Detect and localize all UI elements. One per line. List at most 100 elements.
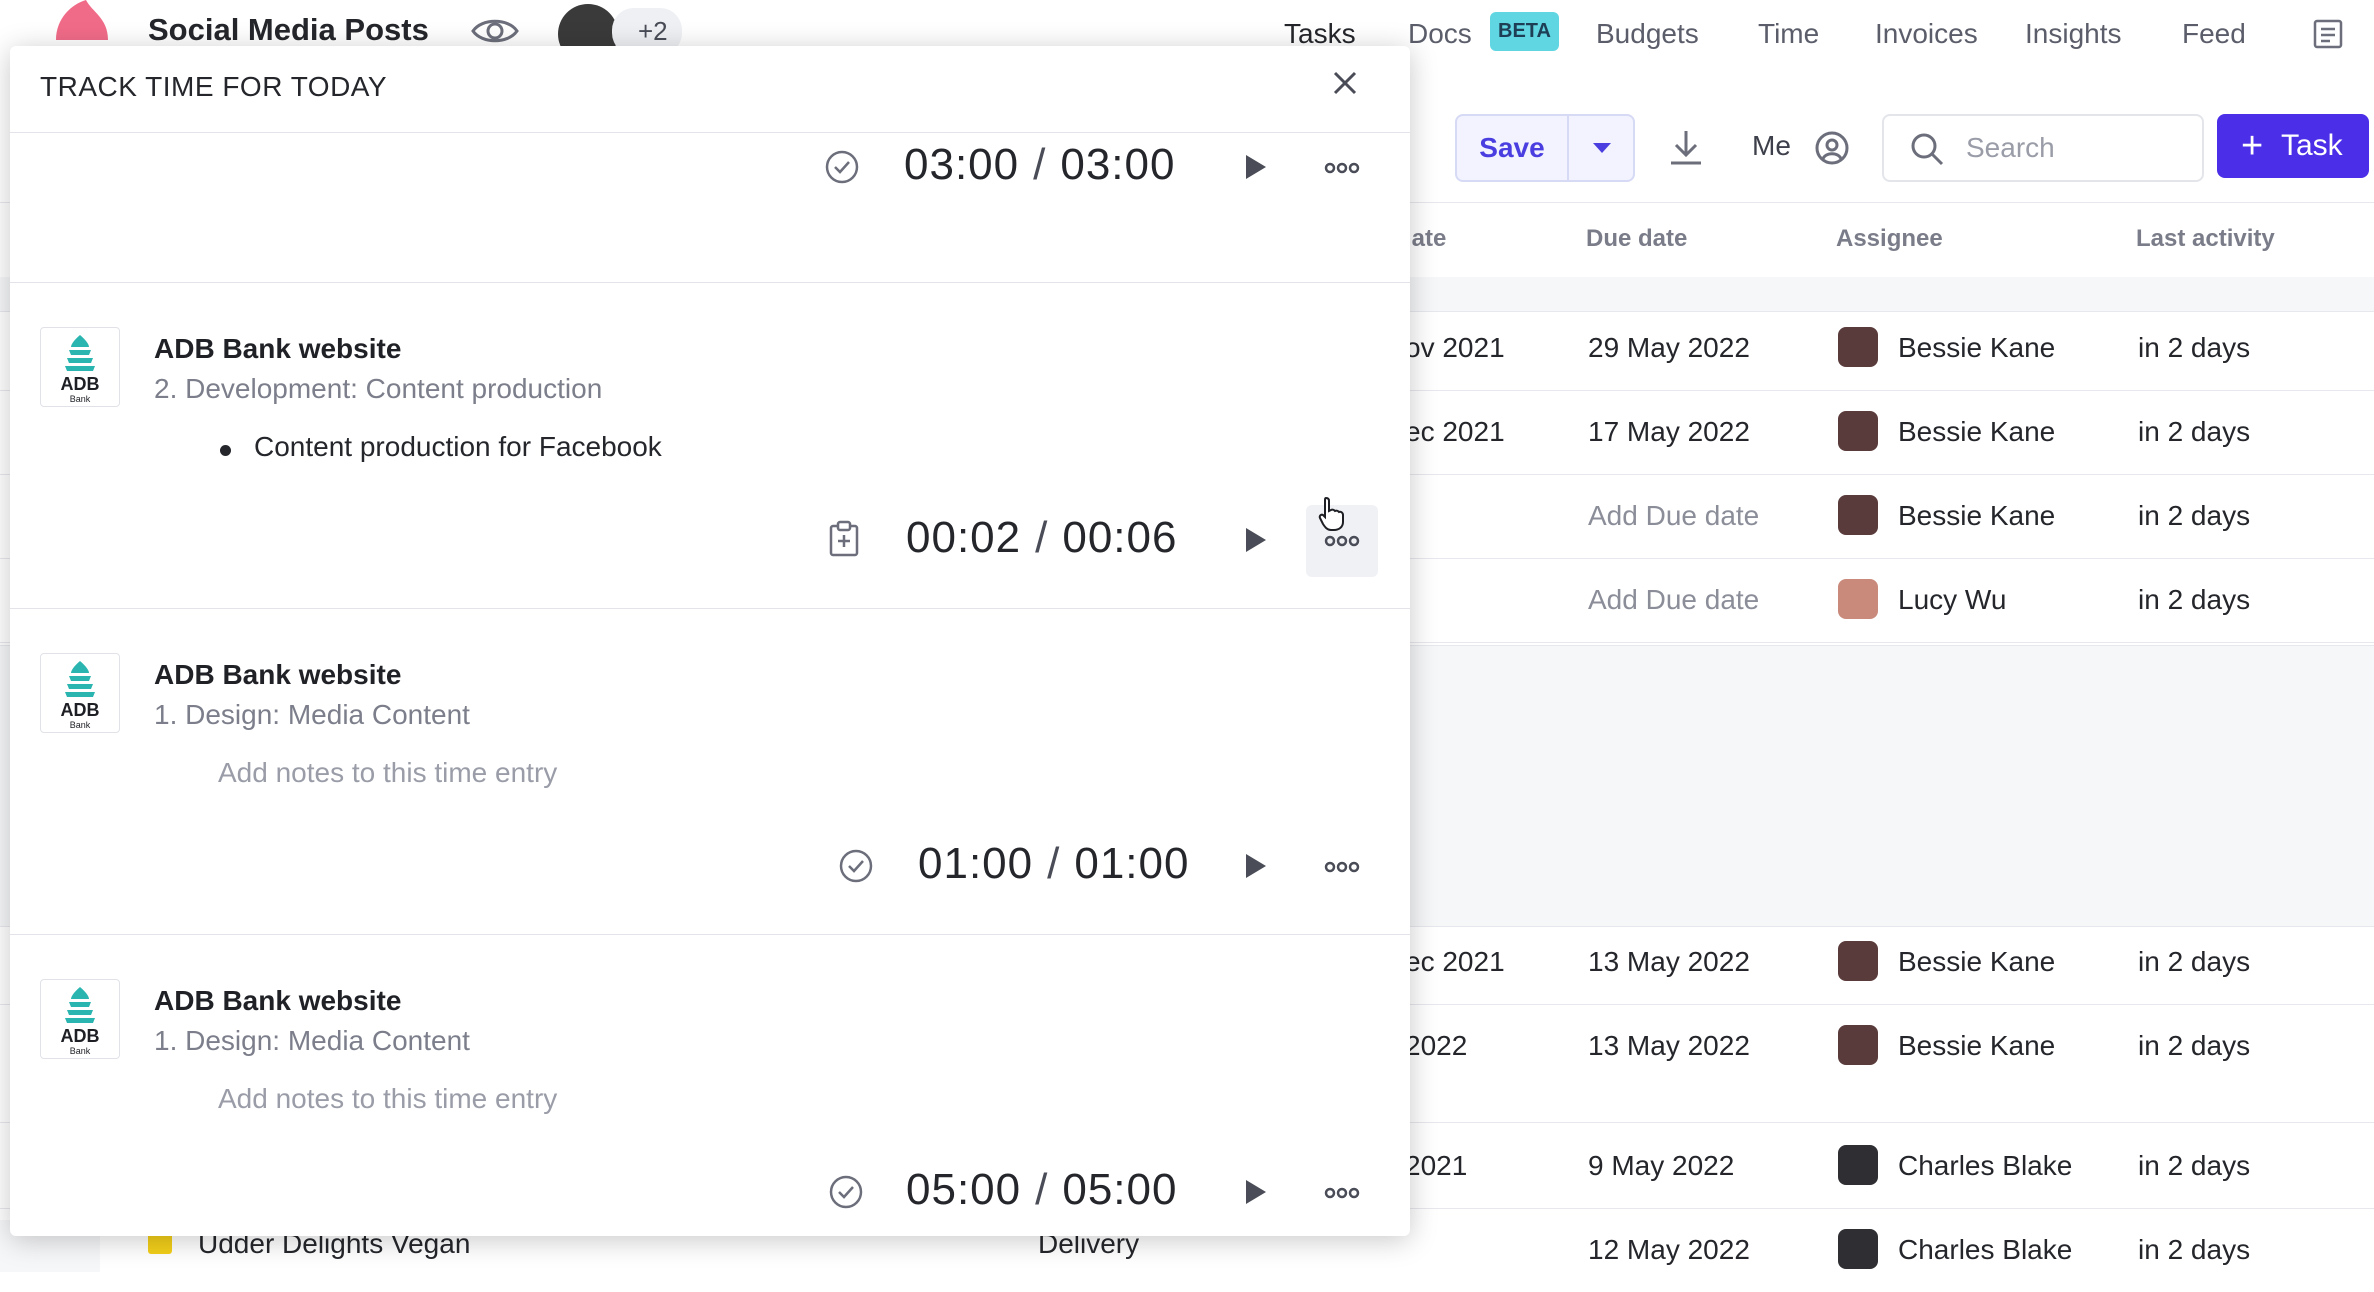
time-entry: ADB Bank ADB Bank website 1. Design: Med… — [10, 935, 1410, 1236]
entry-task-name[interactable]: 1. Design: Media Content — [154, 699, 470, 731]
client-logo-text: ADB — [60, 374, 100, 394]
bullet-icon — [220, 445, 231, 456]
client-logo-icon — [65, 661, 95, 697]
save-button[interactable]: Save — [1457, 116, 1567, 180]
assignee-cell[interactable]: Charles Blake — [1898, 1150, 2072, 1182]
download-icon[interactable] — [1668, 128, 1704, 166]
assignee-cell[interactable]: Lucy Wu — [1898, 584, 2006, 616]
dialog-header: TRACK TIME FOR TODAY — [10, 46, 1410, 133]
due-date-cell[interactable]: 13 May 2022 — [1588, 1030, 1750, 1062]
tracked-time: 01:00 — [918, 839, 1034, 888]
time-counter[interactable]: 01:00/01:00 — [918, 839, 1189, 889]
avatar — [1838, 1229, 1878, 1269]
check-circle-icon[interactable] — [824, 149, 860, 185]
close-icon[interactable] — [1332, 70, 1358, 96]
track-time-dialog: TRACK TIME FOR TODAY 03:00/03:00 ADB Ban… — [10, 46, 1410, 1236]
tracked-time: 05:00 — [906, 1165, 1022, 1214]
column-assignee[interactable]: Assignee — [1836, 225, 1943, 253]
avatar — [1838, 1145, 1878, 1185]
assignee-cell[interactable]: Bessie Kane — [1898, 946, 2055, 978]
avatar — [1838, 1025, 1878, 1065]
check-circle-icon[interactable] — [828, 1174, 864, 1210]
entry-note[interactable]: Content production for Facebook — [254, 431, 662, 463]
time-counter[interactable]: 00:02/00:06 — [906, 513, 1177, 563]
clipboard-icon[interactable] — [828, 520, 860, 558]
due-date-cell[interactable]: 12 May 2022 — [1588, 1234, 1750, 1266]
column-due-date[interactable]: Due date — [1586, 225, 1687, 253]
avatar — [1838, 579, 1878, 619]
last-activity-cell: in 2 days — [2138, 500, 2251, 531]
due-date-cell[interactable]: 29 May 2022 — [1588, 332, 1750, 364]
time-counter[interactable]: 05:00/05:00 — [906, 1165, 1177, 1215]
search-icon — [1911, 133, 1944, 166]
app-logo-icon[interactable] — [52, 0, 112, 40]
document-icon[interactable] — [2312, 18, 2344, 50]
last-activity-cell: in 2 days — [2138, 1150, 2251, 1181]
entry-project-name[interactable]: ADB Bank website — [154, 659, 401, 691]
client-logo-subtext: Bank — [69, 394, 91, 404]
more-options-button[interactable] — [1306, 132, 1378, 204]
client-logo-text: ADB — [60, 1026, 100, 1046]
play-icon[interactable] — [1244, 1178, 1268, 1206]
more-options-button[interactable] — [1306, 831, 1378, 903]
nav-feed[interactable]: Feed — [2182, 18, 2246, 50]
hand-cursor-icon — [1318, 496, 1344, 531]
play-icon[interactable] — [1244, 526, 1268, 554]
add-task-button[interactable]: + Task — [2217, 114, 2369, 178]
estimated-time: 03:00 — [1060, 140, 1176, 189]
more-icon — [1324, 1187, 1360, 1199]
add-due-date[interactable]: Add Due date — [1588, 500, 1759, 532]
time-entry: ADB Bank ADB Bank website 2. Development… — [10, 283, 1410, 609]
start-date-cell: ov 2021 — [1405, 332, 1505, 363]
last-activity-cell: in 2 days — [2138, 584, 2251, 615]
due-date-cell[interactable]: 13 May 2022 — [1588, 946, 1750, 978]
assignee-cell[interactable]: Bessie Kane — [1898, 332, 2055, 364]
play-icon[interactable] — [1244, 153, 1268, 181]
due-date-cell[interactable]: 9 May 2022 — [1588, 1150, 1734, 1182]
assignee-cell[interactable]: Charles Blake — [1898, 1234, 2072, 1266]
last-activity-cell: in 2 days — [2138, 332, 2251, 363]
column-last-activity[interactable]: Last activity — [2136, 225, 2275, 253]
play-icon[interactable] — [1244, 852, 1268, 880]
nav-time[interactable]: Time — [1758, 18, 1819, 50]
add-due-date[interactable]: Add Due date — [1588, 584, 1759, 616]
nav-invoices[interactable]: Invoices — [1875, 18, 1978, 50]
estimated-time: 01:00 — [1074, 839, 1190, 888]
time-counter[interactable]: 03:00/03:00 — [904, 140, 1175, 190]
tracked-time: 00:02 — [906, 513, 1022, 562]
assignee-cell[interactable]: Bessie Kane — [1898, 500, 2055, 532]
entry-project-name[interactable]: ADB Bank website — [154, 985, 401, 1017]
client-logo: ADB Bank — [40, 979, 120, 1059]
last-activity-cell: in 2 days — [2138, 1030, 2251, 1061]
nav-docs[interactable]: Docs — [1408, 18, 1472, 50]
column-start-date[interactable]: late — [1405, 225, 1446, 253]
docs-beta-badge: BETA — [1490, 12, 1559, 51]
entry-project-name[interactable]: ADB Bank website — [154, 333, 401, 365]
assignee-cell[interactable]: Bessie Kane — [1898, 1030, 2055, 1062]
avatar — [1838, 411, 1878, 451]
client-logo-text: ADB — [60, 700, 100, 720]
entry-note-placeholder[interactable]: Add notes to this time entry — [218, 757, 557, 789]
due-date-cell[interactable]: 17 May 2022 — [1588, 416, 1750, 448]
nav-insights[interactable]: Insights — [2025, 18, 2122, 50]
entry-task-name[interactable]: 1. Design: Media Content — [154, 1025, 470, 1057]
estimated-time: 05:00 — [1062, 1165, 1178, 1214]
nav-budgets[interactable]: Budgets — [1596, 18, 1699, 50]
entry-task-name[interactable]: 2. Development: Content production — [154, 373, 602, 405]
save-options-dropdown[interactable] — [1567, 116, 1635, 180]
start-date-cell: 2022 — [1405, 1030, 1468, 1061]
search-input[interactable] — [1964, 128, 2188, 168]
eye-icon[interactable] — [470, 14, 520, 48]
client-logo-icon — [65, 335, 95, 371]
time-entry: 03:00/03:00 — [10, 132, 1410, 283]
client-logo-subtext: Bank — [69, 1046, 91, 1056]
more-icon — [1324, 535, 1360, 547]
user-circle-icon[interactable] — [1814, 130, 1850, 166]
assignee-cell[interactable]: Bessie Kane — [1898, 416, 2055, 448]
more-options-button[interactable] — [1306, 1157, 1378, 1229]
check-circle-icon[interactable] — [838, 848, 874, 884]
entry-note-placeholder[interactable]: Add notes to this time entry — [218, 1083, 557, 1115]
me-filter-label[interactable]: Me — [1752, 130, 1791, 162]
client-logo-icon — [65, 987, 95, 1023]
dialog-title: TRACK TIME FOR TODAY — [40, 71, 388, 102]
